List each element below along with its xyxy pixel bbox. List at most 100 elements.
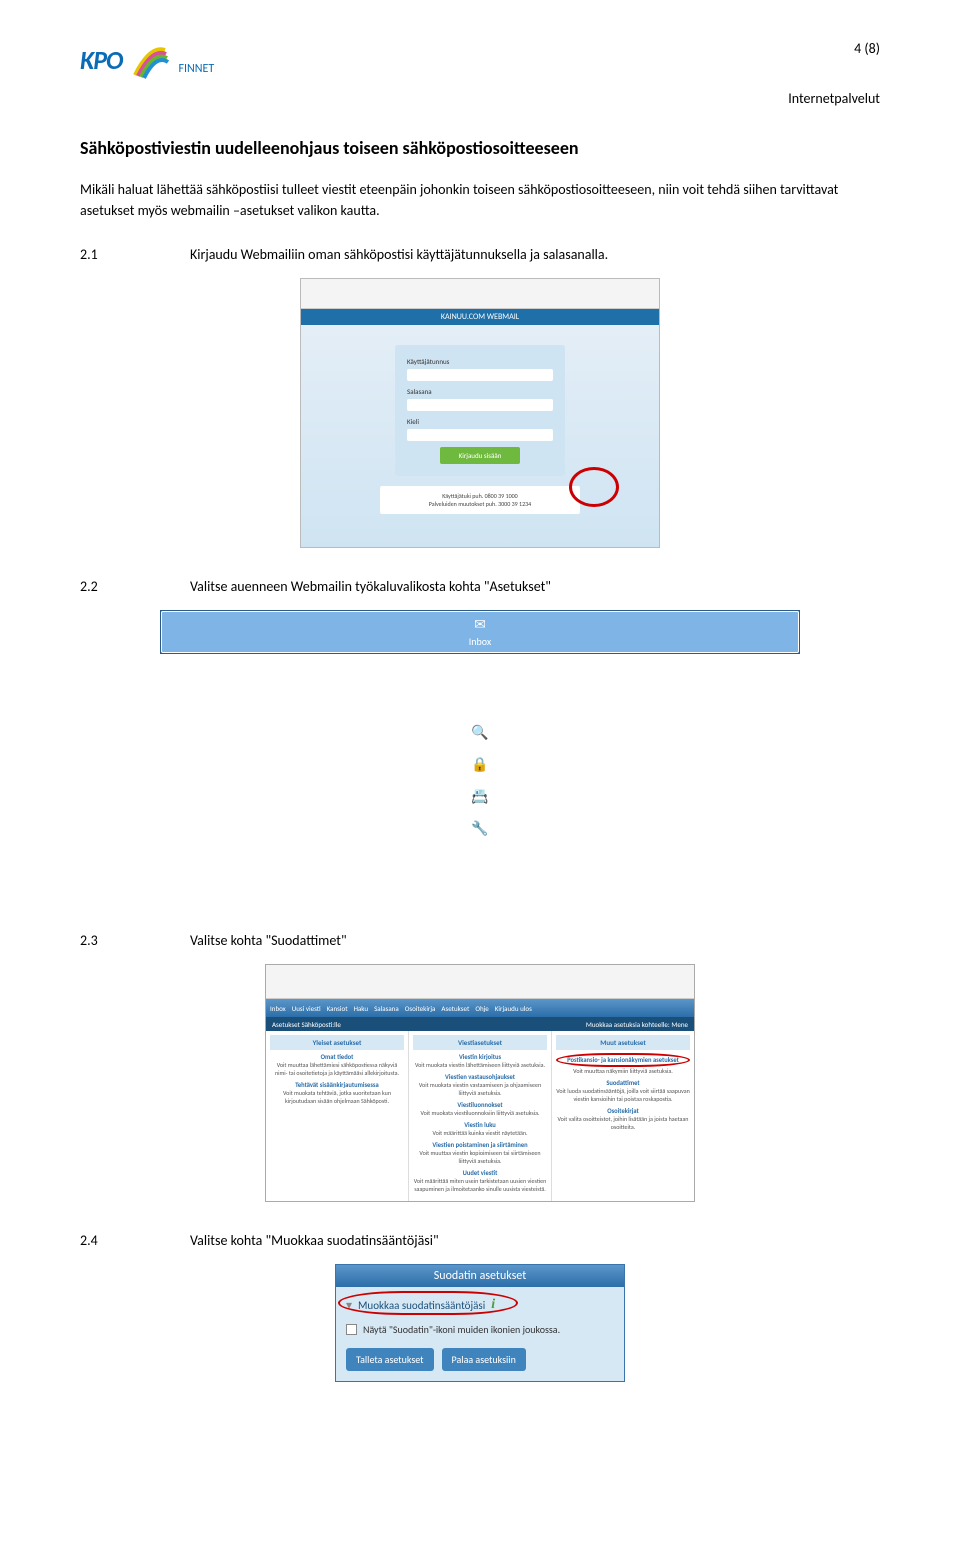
settings-col-general: Yleiset asetukset Omat tiedotVoit muutta… [266, 1031, 409, 1201]
toolbar-password[interactable]: 🔒 Salasana [161, 756, 799, 788]
link-compose[interactable]: Viestin kirjoitus [413, 1053, 547, 1061]
toolbar-label: Asetukset [460, 839, 500, 852]
link-filters[interactable]: Suodattimet [556, 1079, 690, 1087]
login-button[interactable]: Kirjaudu sisään [440, 447, 520, 464]
step-text: Kirjaudu Webmailiin oman sähköpostisi kä… [190, 246, 608, 263]
tb-item[interactable]: Haku [354, 1004, 369, 1013]
show-filter-icon-row: Näytä "Suodatin"-ikoni muiden ikonien jo… [346, 1323, 614, 1336]
desc: Voit määrittää miten usein tarkistetaan … [414, 1177, 547, 1193]
edit-filter-rules-row[interactable]: ▾ Muokkaa suodatinsääntöjäsi i [346, 1297, 614, 1313]
settings-columns: Yleiset asetukset Omat tiedot Voit muutta… [266, 1031, 694, 1201]
link-drafts[interactable]: Viestiluonnokset [413, 1101, 547, 1109]
tb-item[interactable]: Asetukset [441, 1004, 469, 1013]
screenshot-settings: Inbox Uusi viesti Kansiot Haku Salasana … [80, 964, 880, 1202]
toolbar-inbox[interactable]: ✉ Inbox [161, 611, 799, 653]
page-header: KPO FINNET 4 (8) [80, 40, 880, 80]
desc: Voit muokata viestiluonnoksiin liittyviä… [420, 1109, 539, 1117]
toolbar-search[interactable]: 🔍 Haku [161, 724, 799, 756]
filter-body: ▾ Muokkaa suodatinsääntöjäsi i Näytä "Su… [336, 1287, 624, 1381]
tb-item[interactable]: Uusi viesti [292, 1004, 321, 1013]
link-folder-views[interactable]: Postikansio- ja kansionäkymien asetukset [560, 1056, 686, 1064]
annotation-circle [569, 467, 619, 507]
support-line-1: Käyttäjätuki puh. 0800 39 1000 [386, 492, 574, 500]
link-addressbooks[interactable]: Osoitekirjat [556, 1107, 690, 1115]
save-settings-button[interactable]: Talleta asetukset [346, 1348, 434, 1371]
settings-window: Inbox Uusi viesti Kansiot Haku Salasana … [265, 964, 695, 1202]
col-header: Yleiset asetukset [270, 1035, 404, 1050]
language-select[interactable] [407, 429, 553, 441]
checkbox-label: Näytä "Suodatin"-ikoni muiden ikonien jo… [363, 1323, 560, 1336]
settings-go[interactable]: Mene [671, 1020, 688, 1029]
desc: Voit muuttaa näkymiin liittyviä asetuksi… [573, 1067, 673, 1075]
filter-settings-panel: Suodatin asetukset ▾ Muokkaa suodatinsää… [335, 1264, 625, 1382]
wrench-icon: 🔧 [471, 820, 488, 837]
toolbar-addressbook[interactable]: 📇 Osoitekirja [161, 788, 799, 820]
screenshot-login: KAINUU.COM WEBMAIL Käyttäjätunnus Salasa… [80, 278, 880, 548]
logo-swirl-icon [130, 40, 170, 80]
desc: Voit muokata tehtäviä, jotka suoritetaan… [283, 1089, 391, 1105]
edit-filter-link[interactable]: Muokkaa suodatinsääntöjäsi [358, 1299, 485, 1312]
tb-item[interactable]: Kansiot [327, 1004, 348, 1013]
desc: Voit muokata viestin vastaamiseen ja ohj… [419, 1081, 541, 1097]
link-read[interactable]: Viestin luku [413, 1121, 547, 1129]
funnel-icon: ▾ [346, 1298, 352, 1313]
tb-item[interactable]: Osoitekirja [405, 1004, 436, 1013]
webmail-toolbar: ✉ Inbox ✎ Uusi viesti 🗀 Kansiot 🔍 Haku 🔒… [160, 610, 800, 654]
toolbar-label: Salasana [462, 775, 497, 788]
toolbar-help[interactable]: ✔ Ohje [161, 852, 799, 884]
search-icon: 🔍 [471, 724, 488, 741]
step-number: 2.1 [80, 246, 190, 263]
check-icon: ✔ [474, 852, 486, 869]
toolbar-folders[interactable]: 🗀 Kansiot [161, 685, 799, 724]
password-input[interactable] [407, 399, 553, 411]
link-reply[interactable]: Viestien vastausohjaukset [413, 1073, 547, 1081]
settings-titlebar: Asetukset Sähköposti:lle Muokkaa asetuks… [266, 1017, 694, 1031]
screenshot-filter: Suodatin asetukset ▾ Muokkaa suodatinsää… [80, 1264, 880, 1382]
link-login-tasks[interactable]: Tehtävät sisäänkirjautumisessa [270, 1081, 404, 1089]
link-own-info[interactable]: Omat tiedot [270, 1053, 404, 1061]
section-heading: Sähköpostiviestin uudelleenohjaus toisee… [80, 137, 880, 159]
settings-col-messages: Viestiasetukset Viestin kirjoitusVoit mu… [409, 1031, 552, 1201]
page-number: 4 (8) [854, 40, 880, 57]
step-text: Valitse kohta "Suodattimet" [190, 932, 347, 949]
username-label: Käyttäjätunnus [407, 357, 553, 366]
webmail-banner: KAINUU.COM WEBMAIL [301, 309, 659, 325]
tb-item[interactable]: Inbox [270, 1004, 286, 1013]
tb-item[interactable]: Kirjaudu ulos [495, 1004, 532, 1013]
support-line-2: Palveluiden muutokset puh. 3000 39 1234 [386, 500, 574, 508]
language-label: Kieli [407, 417, 553, 426]
link-delete-move[interactable]: Viestien poistaminen ja siirtäminen [413, 1141, 547, 1149]
back-to-settings-button[interactable]: Palaa asetuksiin [442, 1348, 526, 1371]
toolbar-label: Inbox [469, 635, 491, 648]
username-input[interactable] [407, 369, 553, 381]
step-2-4: 2.4 Valitse kohta "Muokkaa suodatinsäänt… [80, 1232, 880, 1249]
step-text: Valitse kohta "Muokkaa suodatinsääntöjäs… [190, 1232, 439, 1249]
tb-item[interactable]: Ohje [475, 1004, 488, 1013]
addressbook-icon: 📇 [471, 788, 488, 805]
step-2-2: 2.2 Valitse auenneen Webmailin työkaluva… [80, 578, 880, 595]
checkbox-show-filter-icon[interactable] [346, 1324, 357, 1335]
settings-title: Asetukset Sähköposti:lle [272, 1020, 341, 1029]
toolbar-logout[interactable]: ✖ Kirjaudu ulos [161, 884, 799, 916]
toolbar-label: Haku [470, 743, 491, 756]
mail-icon: ✉ [474, 616, 486, 633]
settings-rightlabel: Muokkaa asetuksia kohteelle: [586, 1020, 670, 1029]
support-info: Käyttäjätuki puh. 0800 39 1000 Palveluid… [380, 486, 580, 514]
toolbar-settings[interactable]: 🔧 Asetukset [161, 820, 799, 852]
browser-chrome [266, 965, 694, 999]
info-icon: i [491, 1297, 495, 1313]
pencil-icon: ✎ [474, 653, 486, 670]
step-number: 2.4 [80, 1232, 190, 1249]
desc: Voit määrittää kuinka viestit näytetään. [432, 1129, 527, 1137]
desc: Voit luoda suodatinsääntöjä, joilla voit… [556, 1087, 690, 1103]
step-number: 2.2 [80, 578, 190, 595]
annotation-ring: Postikansio- ja kansionäkymien asetukset [556, 1053, 690, 1067]
desc: Voit valita osoitteistot, joihin lisätää… [558, 1115, 689, 1131]
toolbar-label: Kirjaudu ulos [454, 903, 507, 916]
toolbar-new-message[interactable]: ✎ Uusi viesti [161, 653, 799, 685]
tb-item[interactable]: Salasana [374, 1004, 399, 1013]
logo-text: KPO [80, 44, 122, 76]
folder-icon: 🗀 [473, 685, 487, 709]
link-new-msgs[interactable]: Uudet viestit [413, 1169, 547, 1177]
logo-subtext: FINNET [178, 62, 214, 76]
